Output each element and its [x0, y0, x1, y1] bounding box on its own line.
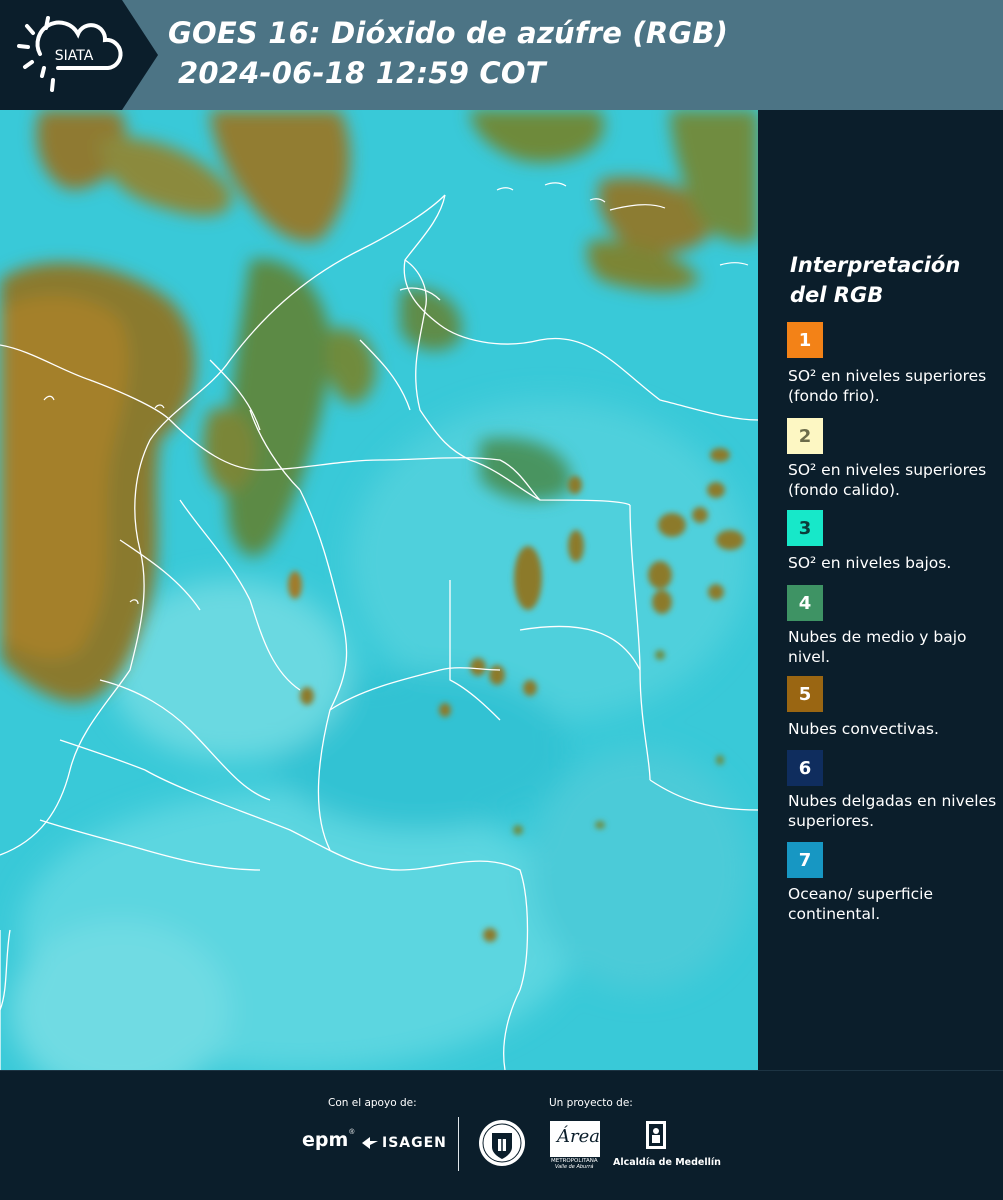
footer-divider: [458, 1117, 459, 1171]
legend-desc-5: Nubes convectivas.: [788, 720, 939, 738]
isagen-logo: ISAGEN: [360, 1133, 447, 1153]
title-timestamp: 2024-06-18 12:59 COT: [178, 56, 546, 90]
satellite-map: [0, 110, 758, 1070]
header: SIATA GOES 16: Dióxido de azúfre (RGB) 2…: [0, 0, 1003, 110]
svg-text:SIATA: SIATA: [55, 48, 94, 64]
alcaldia-shield-icon: [646, 1121, 666, 1149]
isagen-logo-text: ISAGEN: [382, 1135, 447, 1151]
legend-swatch-4: 4: [787, 585, 823, 621]
legend-desc-3: SO² en niveles bajos.: [788, 554, 952, 572]
legend-desc-4: Nubes de medio y bajo nivel.: [788, 628, 967, 666]
legend-swatch-5: 5: [787, 676, 823, 712]
legend-swatch-1: 1: [787, 322, 823, 358]
legend-swatch-2: 2: [787, 418, 823, 454]
area-logo-sub2: Valle de Aburrá: [555, 1164, 594, 1170]
epm-logo: epm ®: [302, 1129, 355, 1151]
medellin-seal: [478, 1119, 526, 1167]
legend-desc-7: Oceano/ superficie continental.: [788, 885, 933, 923]
area-metropolitana-logo: Área METROPOLITANA Valle de Aburrá: [550, 1121, 600, 1171]
alcaldia-logo: Alcaldía de Medellín: [612, 1119, 721, 1171]
area-logo-text: Área: [557, 1126, 600, 1147]
seal-icon: [479, 1120, 525, 1166]
legend-desc-2: SO² en niveles superiores (fondo calido)…: [788, 461, 987, 499]
alcaldia-logo-text: Alcaldía de Medellín: [613, 1157, 721, 1168]
legend-swatch-6: 6: [787, 750, 823, 786]
project-label: Un proyecto de:: [549, 1097, 633, 1109]
title-product: GOES 16: Dióxido de azúfre (RGB): [168, 16, 729, 50]
legend-swatch-7: 7: [787, 842, 823, 878]
footer: Con el apoyo de: Un proyecto de: epm ® I…: [0, 1070, 1003, 1200]
siata-logo: SIATA: [0, 0, 158, 110]
isagen-icon: [362, 1137, 378, 1149]
legend-title: Interpretación del RGB: [790, 253, 961, 307]
legend-desc-6: Nubes delgadas en niveles superiores.: [788, 792, 997, 830]
legend-desc-1: SO² en niveles superiores (fondo frio).: [788, 367, 987, 405]
support-label: Con el apoyo de:: [328, 1097, 417, 1109]
legend-panel: Interpretación del RGB 1 SO² en niveles …: [758, 110, 1003, 1070]
legend-swatch-3: 3: [787, 510, 823, 546]
epm-logo-text: epm: [302, 1129, 349, 1151]
